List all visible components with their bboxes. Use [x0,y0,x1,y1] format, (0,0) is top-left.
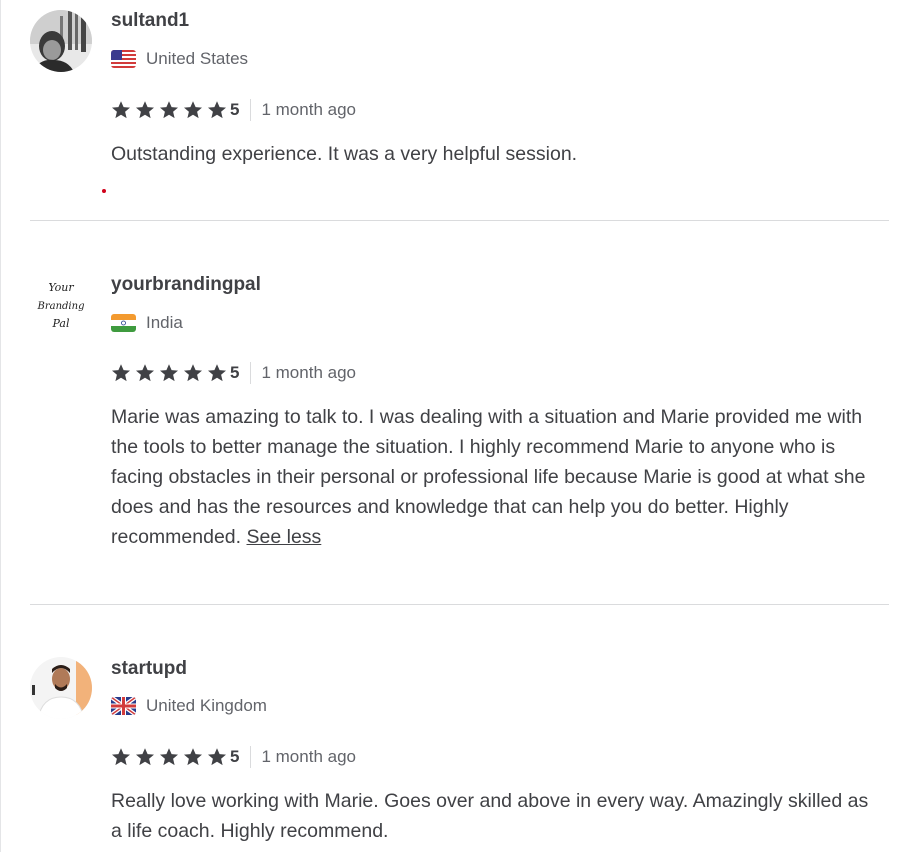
separator [250,362,252,384]
star-rating [111,363,231,383]
review-time: 1 month ago [261,100,356,119]
star-rating [111,100,231,120]
country-label: United Kingdom [146,696,267,715]
country-label: United States [146,49,249,68]
star-icon [184,748,202,766]
see-less-link[interactable]: See less [247,526,322,548]
review-time: 1 month ago [261,747,356,766]
svg-text:Branding: Branding [37,301,85,312]
username[interactable]: sultand1 [111,10,189,32]
divider [30,220,889,221]
country-row: United Kingdom [111,696,267,716]
separator [250,746,252,768]
indicator-dot [102,189,106,193]
star-icon [112,101,130,119]
star-icon [136,364,154,382]
rating-value: 5 [230,100,240,119]
username[interactable]: startupd [111,658,187,680]
review-text: Outstanding experience. It was a very he… [111,139,881,169]
star-icon [208,364,226,382]
review-text-body: Marie was amazing to talk to. I was deal… [111,406,866,548]
star-icon [112,364,130,382]
avatar[interactable]: Your Branding Pal [30,274,92,336]
review-text-body: Outstanding experience. It was a very he… [111,143,578,165]
star-icon [136,748,154,766]
avatar[interactable] [30,657,92,719]
star-icon [208,748,226,766]
rating-row: 5 1 month ago [111,746,356,768]
left-border [0,0,1,852]
rating-value: 5 [230,363,240,382]
star-icon [160,101,178,119]
divider [30,604,889,605]
review-time: 1 month ago [261,363,356,382]
star-icon [112,748,130,766]
star-icon [136,101,154,119]
star-icon [184,101,202,119]
username[interactable]: yourbrandingpal [111,274,261,296]
rating-row: 5 1 month ago [111,99,356,121]
star-rating [111,747,231,767]
star-icon [184,364,202,382]
star-icon [160,364,178,382]
uk-flag-icon [111,697,136,715]
avatar[interactable] [30,10,92,72]
review-text: Marie was amazing to talk to. I was deal… [111,402,881,552]
svg-text:Your: Your [48,281,74,294]
review-text: Really love working with Marie. Goes ove… [111,786,881,846]
review-text-body: Really love working with Marie. Goes ove… [111,790,869,842]
country-row: India [111,313,183,333]
country-label: India [146,313,183,332]
country-row: United States [111,49,248,69]
separator [250,99,252,121]
india-flag-icon [111,314,136,332]
star-icon [208,101,226,119]
us-flag-icon [111,50,136,68]
rating-value: 5 [230,747,240,766]
rating-row: 5 1 month ago [111,362,356,384]
star-icon [160,748,178,766]
svg-text:Pal: Pal [52,317,70,330]
